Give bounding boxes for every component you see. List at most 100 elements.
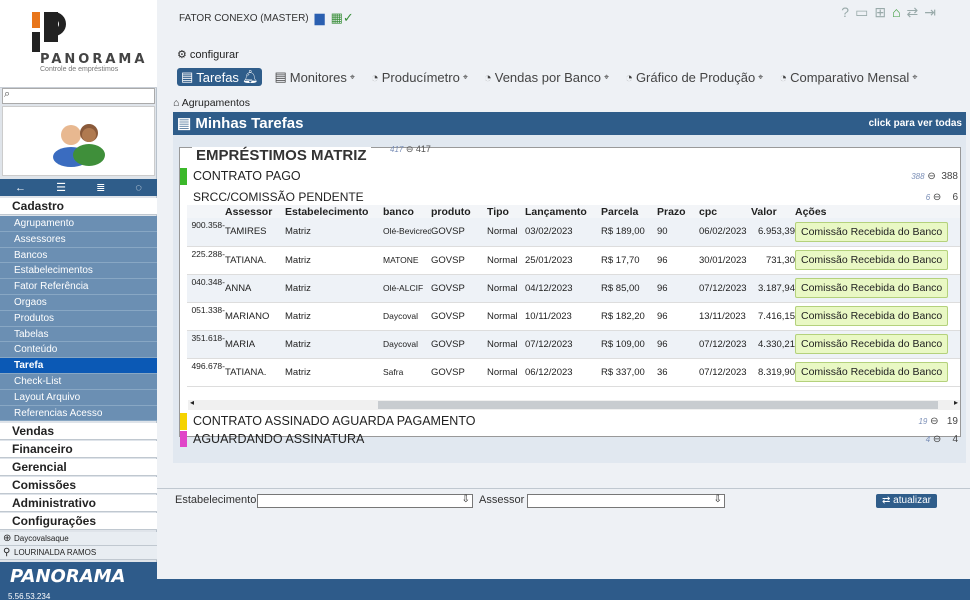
tabs: ▤ Tarefas 🔔︎ ▤ Monitores ⌖ ◔ Producímetro ⌖ ◔ V… [177,68,921,86]
scroll-thumb[interactable] [378,401,938,409]
sidebar-item-check-list[interactable]: Check-List [0,373,157,390]
table-row[interactable]: 900.358- TAMIRES Matriz Olé-Bevicred GOVSP No… [187,218,960,247]
help-icon[interactable]: ? [841,4,855,20]
logout-icon[interactable]: ⇥ [924,4,942,20]
pin-icon: ⌖ [349,71,355,82]
sidebar-item-orgaos[interactable]: Orgaos [0,294,157,311]
estabelecimento-select[interactable]: ⇩ [257,494,473,508]
sidebar-section-financeiro[interactable]: Financeiro [0,441,157,458]
column-header[interactable]: produto [431,205,487,218]
tab-grafico-producao[interactable]: ◔ Gráfico de Produção ⌖ [621,68,767,86]
column-header[interactable]: Tipo [487,205,525,218]
comissao-recebida-button[interactable]: Comissão Recebida do Banco [795,250,949,270]
tab-monitores[interactable]: ▤ Monitores ⌖ [270,68,358,86]
menu-icon[interactable]: ☰ [56,181,66,194]
emprestimos-title[interactable]: EMPRÉSTIMOS MATRIZ [192,147,371,164]
sidebar-item-produtos[interactable]: Produtos [0,310,157,327]
home-icon[interactable]: ⌂ [892,4,906,20]
scroll-right-icon[interactable]: ▸ [954,398,958,407]
cell-cpc: 07/12/2023 [699,330,751,359]
table-row[interactable]: 225.288- TATIANA. Matriz MATONE GOVSP Normal 2… [187,246,960,275]
click-ver-todas-link[interactable]: click para ver todas [869,112,962,135]
cell-prazo: 90 [657,218,699,247]
sidebar-section-cadastro[interactable]: Cadastro [0,198,157,215]
agrupamentos-link[interactable]: ⌂ Agrupamentos [173,97,250,109]
group-aguardando-assinatura[interactable]: AGUARDANDO ASSINATURA 4 ⊖ 4 [180,431,960,447]
cell-produto: GOVSP [431,358,487,387]
sidebar-section-gerencial[interactable]: Gerencial [0,459,157,476]
refresh-icon[interactable]: ⇄ [907,4,925,20]
tab-label: Gráfico de Produção [635,69,756,85]
user-company[interactable]: ⊕ Daycovalsaque [0,532,157,546]
subgroup-srcc[interactable]: SRCC/COMISSÃO PENDENTE 6 ⊖ 6 [187,190,960,205]
cell-cpf: 496.678- [187,358,225,387]
column-header[interactable]: Prazo [657,205,699,218]
sidebar-item-estabelecimentos[interactable]: Estabelecimentos [0,263,157,280]
comissao-recebida-button[interactable]: Comissão Recebida do Banco [795,362,949,382]
comissao-recebida-button[interactable]: Comissão Recebida do Banco [795,306,949,326]
atualizar-button[interactable]: ⇄ atualizar [876,494,937,508]
count-a: 388 [911,172,925,181]
back-icon[interactable]: ← [15,182,26,194]
sidebar-item-agrupamento[interactable]: Agrupamento [0,216,157,232]
network-icon[interactable]: ⊞ [874,4,892,20]
table-row[interactable]: 051.338- MARIANO Matriz Daycoval GOVSP Normal… [187,302,960,331]
sidebar-item-conteudo[interactable]: Conteúdo [0,342,157,359]
horizontal-scrollbar[interactable]: ◂ ▸ [188,398,960,410]
sidebar-section-configuracoes[interactable]: Configurações [0,513,157,530]
configurar-link[interactable]: ⚙ configurar [177,48,239,61]
tab-vendas-por-banco[interactable]: ◔ Vendas por Banco ⌖ [480,68,613,86]
filters-bar: Estabelecimento ⇩ Assessor ⇩ ⇄ atualizar [157,488,970,510]
version-label: 5.56.53.234 [8,592,51,600]
table-row[interactable]: 040.348- ANNA Matriz Olé-ALCIF GOVSP Normal 04… [187,274,960,303]
logo-subtitle: Controle de empréstimos [40,66,119,73]
sidebar-item-bancos[interactable]: Bancos [0,247,157,264]
group-contrato-pago[interactable]: CONTRATO PAGO 388 ⊖ 388 [180,168,960,185]
logo[interactable]: PANORAMA Controle de empréstimos [0,0,157,88]
list-icon[interactable]: ≣ [96,181,105,194]
minhas-tarefas-header: ▤ Minhas Tarefas click para ver todas [173,112,966,135]
column-header[interactable]: Lançamento [525,205,601,218]
count-a: 417 [390,145,404,154]
sidebar-item-referencias-acesso[interactable]: Referencias Acesso [0,405,157,422]
chat-icon[interactable]: ◌ [135,182,142,194]
comissao-recebida-button[interactable]: Comissão Recebida do Banco [795,278,949,298]
book-icon[interactable]: ▆ [315,10,325,26]
column-header[interactable]: Estabelecimento [285,205,383,218]
tab-producimetro[interactable]: ◔ Producímetro ⌖ [367,68,472,86]
column-header[interactable]: Assessor [225,205,285,218]
calendar-check-icon[interactable]: ▦✓ [331,10,354,26]
scroll-left-icon[interactable]: ◂ [190,398,194,407]
group-contrato-assinado[interactable]: CONTRATO ASSINADO AGUARDA PAGAMENTO 19 ⊖… [180,413,960,430]
cell-estab: Matriz [285,218,383,247]
sidebar-item-tabelas[interactable]: Tabelas [0,326,157,343]
sidebar-search-input[interactable]: ⌕ [2,88,155,104]
sidebar-item-tarefa[interactable]: Tarefa [0,358,157,374]
comissao-recebida-button[interactable]: Comissão Recebida do Banco [795,334,949,354]
sidebar-item-fator-referencia[interactable]: Fator Referência [0,279,157,295]
table-row[interactable]: 351.618- MARIA Matriz Daycoval GOVSP Normal 07… [187,330,960,359]
column-header[interactable]: Valor [751,205,795,218]
comissao-recebida-button[interactable]: Comissão Recebida do Banco [795,221,949,242]
monitor-icon[interactable]: ▭ [855,4,874,20]
column-header[interactable]: banco [383,205,431,218]
column-header[interactable]: Parcela [601,205,657,218]
column-header[interactable]: cpc [699,205,751,218]
table-row[interactable]: 496.678- TATIANA. Matriz Safra GOVSP Normal 06… [187,358,960,387]
tab-comparativo-mensal[interactable]: ◔ Comparativo Mensal ⌖ [775,68,921,86]
group-count: 19 ⊖ 19 [918,416,958,427]
cell-lanc: 25/01/2023 [525,246,601,275]
sidebar-item-assessores[interactable]: Assessores [0,231,157,248]
sidebar-section-administrativo[interactable]: Administrativo [0,495,157,512]
pin-icon: ⌖ [604,71,610,82]
sidebar-item-layout-arquivo[interactable]: Layout Arquivo [0,389,157,406]
master-label: FATOR CONEXO (MASTER) [179,12,309,24]
tab-tarefas[interactable]: ▤ Tarefas 🔔︎ [177,68,263,86]
user-name[interactable]: ⚲ LOURINALDA RAMOS [0,546,157,560]
assessor-select[interactable]: ⇩ [527,494,725,508]
sidebar-section-vendas[interactable]: Vendas [0,423,157,440]
column-header[interactable]: Ações [795,205,960,218]
sidebar-section-comissoes[interactable]: Comissões [0,477,157,494]
agrupamentos-label: Agrupamentos [181,97,250,109]
bank-name: Olé-Bevicred [383,226,431,237]
